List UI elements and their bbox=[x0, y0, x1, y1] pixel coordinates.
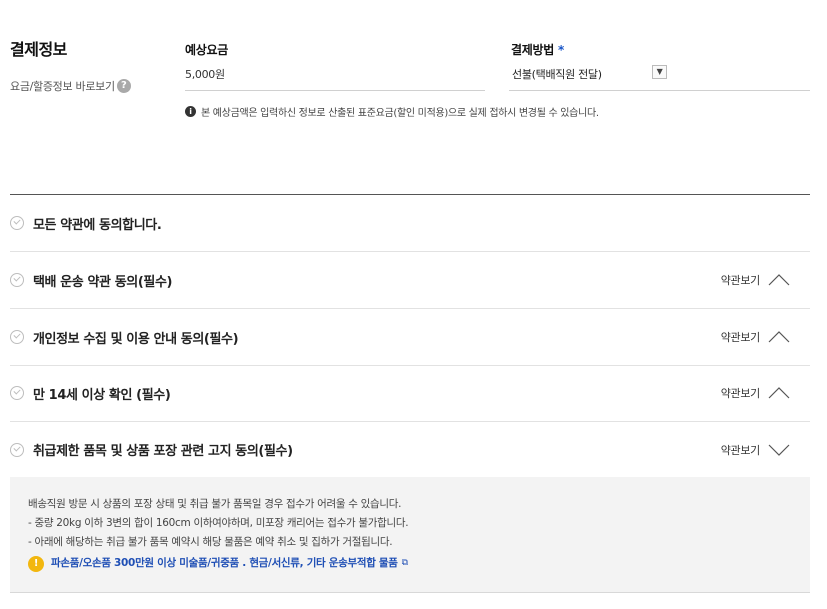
question-circle-icon[interactable]: ? bbox=[116, 79, 131, 93]
agreement-row-privacy[interactable]: 개인정보 수집 및 이용 안내 동의(필수) 약관보기 bbox=[10, 309, 810, 366]
detail-line: 배송직원 방문 시 상품의 포장 상태 및 취급 불가 품목일 경우 접수가 어… bbox=[28, 498, 402, 510]
warning-circle-icon: ! bbox=[28, 555, 44, 572]
payment-info-title: 결제정보 bbox=[10, 40, 67, 59]
check-circle-icon[interactable] bbox=[10, 330, 24, 344]
payment-method-label-text: 결제방법 bbox=[511, 43, 554, 57]
agree-all-checkbox[interactable]: 모든 약관에 동의합니다. bbox=[10, 195, 810, 252]
estimated-fee-value: 5,000원 bbox=[185, 62, 485, 91]
check-circle-icon[interactable] bbox=[10, 216, 24, 230]
dropdown-arrow-icon[interactable]: ▼ bbox=[652, 65, 667, 79]
estimated-fee-label: 예상요금 bbox=[185, 43, 228, 57]
detail-line: - 아래에 해당하는 취급 불가 품목 예약시 해당 물품은 예약 취소 및 집… bbox=[28, 536, 393, 548]
chevron-up-icon[interactable] bbox=[768, 273, 790, 287]
payment-method-value[interactable]: 선불(택배직원 전달) bbox=[512, 68, 602, 81]
agreement-label[interactable]: 택배 운송 약관 동의(필수) bbox=[33, 271, 172, 290]
info-circle-icon: i bbox=[185, 106, 196, 117]
view-terms-link[interactable]: 약관보기 bbox=[721, 272, 761, 288]
fee-surcharge-info-link[interactable]: 요금/할증정보 바로보기 ? bbox=[10, 78, 131, 94]
restricted-items-link-row[interactable]: ! 파손품/오손품 300만원 이상 미술품/귀중품 . 현금/서신류, 기타 … bbox=[28, 554, 810, 573]
agreement-label[interactable]: 만 14세 이상 확인 (필수) bbox=[33, 384, 171, 403]
external-link-icon[interactable]: ⧉ bbox=[402, 554, 408, 573]
detail-line: - 중량 20kg 이하 3변의 합이 160cm 이하여야하며, 미포장 캐리… bbox=[28, 517, 409, 529]
agreement-row-restricted-items[interactable]: 취급제한 품목 및 상품 포장 관련 고지 동의(필수) 약관보기 bbox=[10, 421, 810, 478]
payment-method-select[interactable]: 선불(택배직원 전달) ▼ bbox=[509, 62, 810, 91]
agree-all-label[interactable]: 모든 약관에 동의합니다. bbox=[33, 214, 162, 233]
required-mark: * bbox=[557, 43, 564, 57]
check-circle-icon[interactable] bbox=[10, 442, 24, 457]
restricted-items-detail: 배송직원 방문 시 상품의 포장 상태 및 취급 불가 품목일 경우 접수가 어… bbox=[10, 477, 810, 593]
chevron-up-icon[interactable] bbox=[768, 330, 790, 344]
chevron-down-icon[interactable] bbox=[768, 443, 790, 457]
agreement-label[interactable]: 개인정보 수집 및 이용 안내 동의(필수) bbox=[33, 328, 239, 347]
fee-notice: i 본 예상금액은 입력하신 정보로 산출된 표준요금(할인 미적용)으로 실제… bbox=[185, 104, 599, 119]
fee-link-label[interactable]: 요금/할증정보 바로보기 bbox=[10, 78, 115, 94]
view-terms-link[interactable]: 약관보기 bbox=[721, 442, 761, 458]
fee-notice-text: 본 예상금액은 입력하신 정보로 산출된 표준요금(할인 미적용)으로 실제 접… bbox=[201, 108, 599, 119]
check-circle-icon[interactable] bbox=[10, 386, 24, 400]
check-circle-icon[interactable] bbox=[10, 273, 24, 287]
view-terms-link[interactable]: 약관보기 bbox=[721, 385, 761, 401]
agreement-label[interactable]: 취급제한 품목 및 상품 포장 관련 고지 동의(필수) bbox=[33, 440, 293, 459]
restricted-items-link[interactable]: 파손품/오손품 300만원 이상 미술품/귀중품 . 현금/서신류, 기타 운송… bbox=[51, 554, 398, 573]
payment-method-label: 결제방법 * bbox=[511, 41, 564, 58]
agreement-row-delivery-terms[interactable]: 택배 운송 약관 동의(필수) 약관보기 bbox=[10, 252, 810, 309]
chevron-up-icon[interactable] bbox=[768, 386, 790, 400]
view-terms-link[interactable]: 약관보기 bbox=[721, 329, 761, 345]
agreement-row-age-check[interactable]: 만 14세 이상 확인 (필수) 약관보기 bbox=[10, 365, 810, 422]
